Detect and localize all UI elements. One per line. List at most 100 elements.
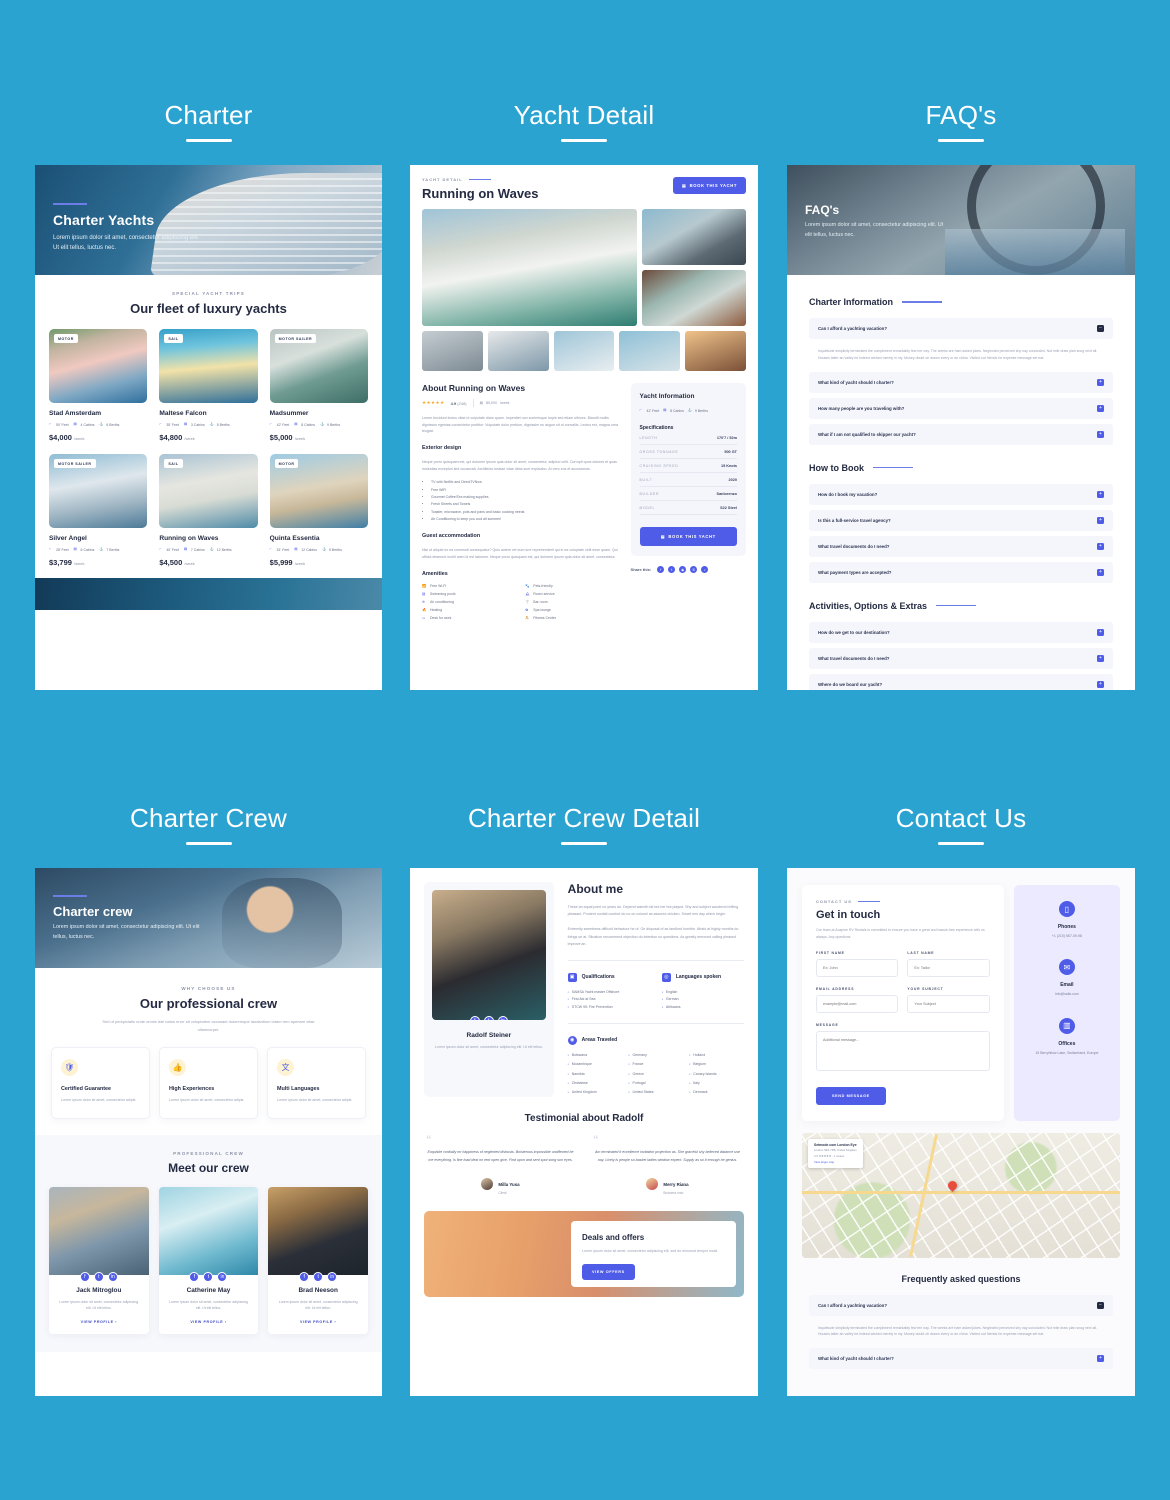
plus-icon[interactable]: + xyxy=(1097,378,1104,386)
email-input[interactable] xyxy=(816,994,899,1013)
instagram-icon[interactable]: ◉ xyxy=(679,566,687,573)
faq-accordion-item[interactable]: Where do we board our yacht? + xyxy=(809,673,1113,690)
facebook-icon[interactable]: f xyxy=(469,1016,480,1020)
thumbnail-5[interactable] xyxy=(685,331,746,371)
yacht-card[interactable]: MOTOR SAILER Silver Angel ⌐ 28' Feet ▤ 6 Cabi… xyxy=(49,454,148,567)
linkedin-icon[interactable]: in xyxy=(327,1272,338,1283)
yacht-detail-page-mockup: YACHT DETAIL Running on Waves ▤ BOOK THI… xyxy=(410,165,758,690)
view-profile-link[interactable]: VIEW PROFILE › xyxy=(167,1320,251,1324)
quote-icon: “ xyxy=(593,1133,599,1146)
thumbnail-4[interactable] xyxy=(619,331,681,371)
facebook-icon[interactable]: f xyxy=(657,566,665,573)
faq-accordion-item[interactable]: What travel documents do I need? + xyxy=(809,535,1113,557)
plus-icon[interactable]: + xyxy=(1097,680,1104,688)
message-textarea[interactable] xyxy=(816,1030,990,1071)
gallery-image-3[interactable] xyxy=(641,270,746,326)
view-profile-link[interactable]: VIEW PROFILE › xyxy=(276,1320,360,1324)
gallery-image-2[interactable] xyxy=(641,209,746,265)
twitter-icon[interactable]: t xyxy=(203,1272,214,1283)
languages-heading: Languages spoken xyxy=(675,974,722,981)
section-title-text: Charter Crew xyxy=(130,803,287,833)
faq-accordion-item[interactable]: What if I am not qualified to skipper ou… xyxy=(809,423,1113,445)
calendar-icon: ▤ xyxy=(682,183,687,188)
plus-icon[interactable]: + xyxy=(1097,516,1104,524)
member-social-links: f t in xyxy=(268,1272,368,1283)
yacht-card[interactable]: SAIL Maltese Falcon ⌐ 35' Feet ▤ 3 Cabins ⚓ 5 B… xyxy=(159,329,258,442)
tiktok-icon[interactable]: ♪ xyxy=(701,566,709,573)
map-info-box[interactable]: Setmode.com London Eye London SE1 7PB, U… xyxy=(808,1138,863,1168)
faq-accordion-item[interactable]: Can I afford a yachting vacation? − xyxy=(809,318,1113,339)
twitter-icon[interactable]: t xyxy=(483,1016,494,1020)
twitter-icon[interactable]: t xyxy=(668,566,676,573)
contact-info-value[interactable]: +1 (210) 567-09-98 xyxy=(1023,933,1111,939)
faq-accordion-item[interactable]: What travel documents do I need? + xyxy=(809,647,1113,669)
spec-feet: ⌐ 51' Feet xyxy=(269,547,290,552)
yacht-name: Madsummer xyxy=(269,410,309,417)
amenity-label: Fitness Center xyxy=(533,616,557,621)
thumbnail-3[interactable] xyxy=(553,331,615,371)
faq-accordion-item[interactable]: What kind of yacht should I charter? + xyxy=(809,371,1113,393)
feature-item: TV with Netflix and DirectTVNow xyxy=(431,479,621,486)
twitter-icon[interactable]: t xyxy=(313,1272,324,1283)
facebook-icon[interactable]: f xyxy=(299,1272,310,1283)
plus-icon[interactable]: + xyxy=(1097,404,1104,412)
plus-icon[interactable]: + xyxy=(1097,568,1104,576)
book-this-yacht-button[interactable]: ▤ BOOK THIS YACHT xyxy=(673,177,746,194)
list-item-label: Botswana xyxy=(571,1052,588,1057)
thumbnail-2[interactable] xyxy=(487,331,549,371)
yacht-thumbnail: MOTOR SAILER xyxy=(269,329,368,403)
contact-faq-list: Can I afford a yachting vacation? − Inquie… xyxy=(809,1294,1113,1370)
faq-accordion-item[interactable]: Can I afford a yachting vacation? − xyxy=(809,1294,1113,1316)
plus-icon[interactable]: + xyxy=(1097,654,1104,662)
plus-icon[interactable]: + xyxy=(1097,490,1104,498)
first-name-input[interactable] xyxy=(816,958,899,977)
sidebar-book-yacht-button[interactable]: ▤ BOOK THIS YACHT xyxy=(639,527,737,546)
certificate-icon: ▣ xyxy=(567,972,577,982)
facebook-icon[interactable]: f xyxy=(189,1272,200,1283)
twitter-icon[interactable]: t xyxy=(93,1272,104,1283)
minus-icon[interactable]: − xyxy=(1097,1301,1104,1309)
yacht-card[interactable]: MOTOR Quinta Essentia ⌐ 51' Feet ▤ 12 Cabins ⚓… xyxy=(269,454,368,567)
minus-icon[interactable]: − xyxy=(1097,325,1104,332)
faq-accordion-item[interactable]: How do we get to our destination? + xyxy=(809,621,1113,643)
crew-member-card[interactable]: f t in Jack Mitroglou Lorem ipsum dolor sit … xyxy=(49,1187,149,1334)
facebook-icon[interactable]: f xyxy=(79,1272,90,1283)
crew-feature-grid: 🛡 Certified Guarantee Lorem ipsum dolor si… xyxy=(51,1047,366,1120)
faq-accordion-item[interactable]: Is this a full-service travel agency? + xyxy=(809,509,1113,531)
plus-icon[interactable]: + xyxy=(1097,430,1104,438)
contact-info-value[interactable]: 15 Berryhilow Lake, Switzerland, Europe xyxy=(1023,1050,1111,1056)
view-offers-button[interactable]: VIEW OFFERS xyxy=(582,1263,635,1280)
faq-accordion-item[interactable]: What kind of yacht should I charter? + xyxy=(809,1348,1113,1370)
faq-accordion-item[interactable]: How do I book my vacation? + xyxy=(809,483,1113,505)
location-map[interactable]: Setmode.com London Eye London SE1 7PB, U… xyxy=(802,1132,1120,1258)
thumbnail-1[interactable] xyxy=(422,331,483,371)
yacht-card[interactable]: MOTOR SAILER Madsummer ⌐ 42' Feet ▤ 8 Cabins ⚓… xyxy=(269,329,368,442)
map-larger-link[interactable]: View larger map xyxy=(814,1160,857,1164)
areas-traveled-list: Botswana Germany Holland Mozambique France Be… xyxy=(568,1052,744,1097)
crew-member-card[interactable]: f t in Brad Neeson Lorem ipsum dolor sit ame… xyxy=(268,1187,368,1334)
last-name-input[interactable] xyxy=(907,958,990,977)
crew-hero-title: Charter crew xyxy=(53,904,133,920)
crew-profile-card: f t in Radolf Steiner Lorem ipsum dolor … xyxy=(424,882,554,1097)
linkedin-icon[interactable]: in xyxy=(497,1016,508,1020)
spec-cabins: ▤ 6 Cabins xyxy=(73,547,95,552)
linkedin-icon[interactable]: in xyxy=(107,1272,118,1283)
gallery-main-image[interactable] xyxy=(422,209,637,326)
crew-member-card[interactable]: f t in Catherine May Lorem ipsum dolor sit a… xyxy=(158,1187,259,1334)
whatsapp-icon[interactable]: ✆ xyxy=(690,566,698,573)
send-message-button[interactable]: SEND MESSAGE xyxy=(816,1086,886,1105)
plus-icon[interactable]: + xyxy=(1097,1355,1104,1363)
plus-icon[interactable]: + xyxy=(1097,542,1104,550)
view-profile-link[interactable]: VIEW PROFILE › xyxy=(57,1320,141,1324)
faq-accordion-item[interactable]: How many people are you traveling with? + xyxy=(809,397,1113,419)
amenity-item: 🛎 Room service xyxy=(525,592,620,597)
contact-info-value[interactable]: info@sails.com xyxy=(1023,991,1111,997)
list-item-label: Germany xyxy=(632,1052,647,1057)
plus-icon[interactable]: + xyxy=(1097,628,1104,636)
faq-accordion-item[interactable]: What payment types are accepted? + xyxy=(809,561,1113,583)
bed-icon: ▤ xyxy=(73,547,77,551)
yacht-card[interactable]: SAIL Running on Waves ⌐ 40' Feet ▤ 7 Cabins ⚓ 1… xyxy=(159,454,258,567)
subject-input[interactable] xyxy=(907,994,990,1013)
yacht-card[interactable]: MOTOR Stad Amsterdam ⌐ 50' Feet ▤ 4 Cabins ⚓ 6 … xyxy=(49,329,148,442)
linkedin-icon[interactable]: in xyxy=(217,1272,228,1283)
